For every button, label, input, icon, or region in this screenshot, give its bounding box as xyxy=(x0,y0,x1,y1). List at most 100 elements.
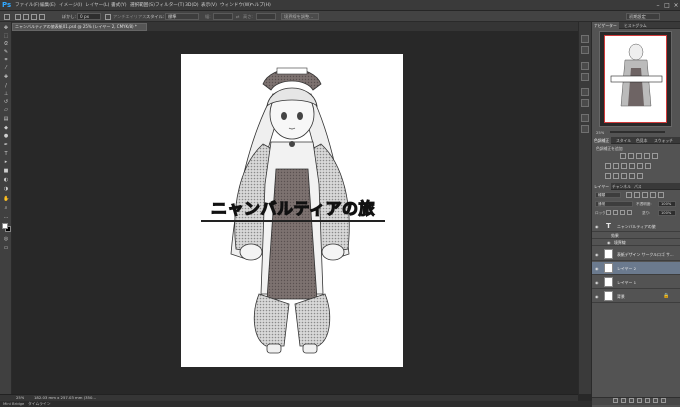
color-balance-icon[interactable] xyxy=(613,163,619,169)
photo-filter-icon[interactable] xyxy=(629,163,635,169)
eraser-tool-icon[interactable]: ▱ xyxy=(3,107,9,113)
levels-icon[interactable] xyxy=(628,153,634,159)
intersect-selection-icon[interactable] xyxy=(39,14,45,20)
tab-swatches[interactable]: スウォッチ xyxy=(652,137,675,144)
menu-layer[interactable]: レイヤー(L) xyxy=(85,2,109,10)
navigator-view-box[interactable] xyxy=(604,35,667,123)
fill-input[interactable]: 100% xyxy=(658,210,676,216)
black-white-icon[interactable] xyxy=(621,163,627,169)
filter-pixel-icon[interactable] xyxy=(626,192,632,198)
layer-effects-row[interactable] xyxy=(592,232,680,239)
tab-timeline[interactable]: タイムライン xyxy=(28,401,51,407)
posterize-icon[interactable] xyxy=(613,173,619,179)
new-group-icon[interactable] xyxy=(645,398,650,403)
tab-histogram[interactable]: ヒストグラム xyxy=(622,22,649,29)
navigator-zoom-slider[interactable] xyxy=(610,131,665,133)
marquee-tool-preset-icon[interactable] xyxy=(4,14,10,20)
hand-tool-icon[interactable]: ✋ xyxy=(3,196,9,202)
character-panel-icon[interactable] xyxy=(581,62,589,70)
eye-icon[interactable]: ◉ xyxy=(595,252,600,257)
vibrance-icon[interactable] xyxy=(652,153,658,159)
invert-icon[interactable] xyxy=(605,173,611,179)
menu-file[interactable]: ファイル(F) xyxy=(15,2,40,10)
gradient-tool-icon[interactable]: ▤ xyxy=(3,116,9,122)
blur-tool-icon[interactable]: ◆ xyxy=(3,125,9,131)
photoshop-logo[interactable]: Ps xyxy=(2,1,11,10)
close-icon[interactable]: × xyxy=(672,2,680,9)
tab-styles[interactable]: スタイル xyxy=(614,137,633,144)
lock-all-icon[interactable] xyxy=(627,210,632,215)
menu-type[interactable]: 書式(Y) xyxy=(111,2,127,10)
zoom-tool-icon[interactable]: ⌕ xyxy=(3,205,9,211)
layer-filter-select[interactable]: 種類 xyxy=(595,192,621,198)
clone-stamp-tool-icon[interactable]: ⊥ xyxy=(3,91,9,97)
filter-adjustment-icon[interactable] xyxy=(634,192,640,198)
hue-saturation-icon[interactable] xyxy=(605,163,611,169)
eye-icon[interactable]: ◉ xyxy=(595,224,600,229)
history-brush-tool-icon[interactable]: ↺ xyxy=(3,99,9,105)
height-input[interactable] xyxy=(256,13,276,20)
exposure-icon[interactable] xyxy=(644,153,650,159)
menu-3d[interactable]: 3D(D) xyxy=(185,2,199,10)
layer-mask-icon[interactable] xyxy=(629,398,634,403)
foreground-color-swatch[interactable] xyxy=(2,223,8,229)
history-panel-icon[interactable] xyxy=(581,35,589,43)
tab-adjustments[interactable]: 色調補正 xyxy=(592,137,612,144)
menu-filter[interactable]: フィルター(T) xyxy=(155,2,184,10)
tool-presets-icon[interactable] xyxy=(581,125,589,133)
adjustment-layer-icon[interactable] xyxy=(637,398,642,403)
trash-icon[interactable] xyxy=(661,398,666,403)
tab-layers[interactable]: レイヤー xyxy=(592,183,612,190)
shape-tool-icon[interactable]: ■ xyxy=(3,168,9,174)
lock-transparent-icon[interactable] xyxy=(606,210,611,215)
type-tool-icon[interactable]: T xyxy=(3,151,9,157)
brush-tool-icon[interactable]: / xyxy=(3,83,9,89)
subtract-selection-icon[interactable] xyxy=(31,14,37,20)
lock-position-icon[interactable] xyxy=(620,210,625,215)
link-layers-icon[interactable] xyxy=(613,398,618,403)
paragraph-panel-icon[interactable] xyxy=(581,73,589,81)
blend-mode-select[interactable]: 通常 xyxy=(595,201,633,207)
tab-swatches-jp[interactable]: 色見本 xyxy=(634,137,649,144)
eye-icon[interactable]: ◉ xyxy=(595,294,600,299)
effect-eye-icon[interactable]: ◉ xyxy=(607,240,612,245)
opacity-input[interactable]: 100% xyxy=(658,201,676,207)
filter-shape-icon[interactable] xyxy=(650,192,656,198)
pen-tool-icon[interactable]: ✒ xyxy=(3,142,9,148)
antialias-checkbox[interactable] xyxy=(105,14,111,20)
gradient-map-icon[interactable] xyxy=(637,173,643,179)
path-select-tool-icon[interactable]: ▸ xyxy=(3,159,9,165)
brush-panel-icon[interactable] xyxy=(581,88,589,96)
healing-brush-tool-icon[interactable]: ✚ xyxy=(3,74,9,80)
color-lookup-icon[interactable] xyxy=(645,163,651,169)
screen-mode-icon[interactable]: ▭ xyxy=(3,245,9,251)
eye-icon[interactable]: ◉ xyxy=(595,280,600,285)
minimize-icon[interactable]: – xyxy=(654,2,662,9)
width-input[interactable] xyxy=(213,13,233,20)
maximize-icon[interactable]: □ xyxy=(663,2,671,9)
menu-window[interactable]: ウィンドウ(W) xyxy=(220,2,251,10)
tab-paths[interactable]: パス xyxy=(632,183,644,190)
new-selection-icon[interactable] xyxy=(15,14,21,20)
navigator-zoom[interactable]: 25% xyxy=(596,130,604,135)
dodge-tool-icon[interactable]: ● xyxy=(3,133,9,139)
quick-select-tool-icon[interactable]: ✎ xyxy=(3,49,9,55)
add-to-selection-icon[interactable] xyxy=(23,14,29,20)
menu-help[interactable]: ヘルプ(H) xyxy=(250,2,271,10)
selective-color-icon[interactable] xyxy=(629,173,635,179)
eye-icon[interactable]: ◉ xyxy=(595,266,600,271)
style-select[interactable]: 標準 xyxy=(165,13,199,20)
3d-tool-icon[interactable]: ◐ xyxy=(3,177,9,183)
brightness-icon[interactable] xyxy=(620,153,626,159)
tab-mini-bridge[interactable]: Mini Bridge xyxy=(3,401,24,407)
swap-icon[interactable]: ⇄ xyxy=(236,14,240,20)
document-tab[interactable]: ニャンバルティアの旅表紙01.psd @ 25% (レイヤー 2, CMYK/8… xyxy=(12,23,147,31)
more-tools-icon[interactable]: … xyxy=(3,214,9,220)
marquee-tool-icon[interactable]: ⬚ xyxy=(3,33,9,39)
menu-image[interactable]: イメージ(I) xyxy=(59,2,82,10)
layer-style-icon[interactable] xyxy=(621,398,626,403)
crop-tool-icon[interactable]: ⌗ xyxy=(3,57,9,63)
filter-smart-object-icon[interactable] xyxy=(658,192,664,198)
feather-input[interactable]: 0 px xyxy=(77,13,101,20)
lock-image-icon[interactable] xyxy=(613,210,618,215)
